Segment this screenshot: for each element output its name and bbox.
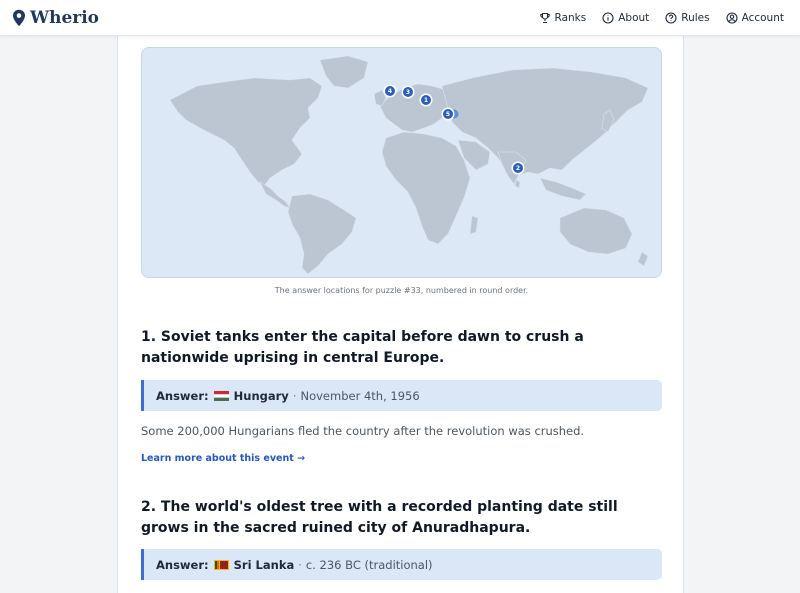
svg-text:2: 2: [516, 165, 520, 172]
nav-ranks[interactable]: Ranks: [539, 11, 587, 24]
hungary-flag-icon: [213, 390, 229, 401]
brand-name: Wherio: [30, 7, 100, 28]
land-north-america: [169, 77, 323, 187]
land-greenland: [319, 55, 369, 89]
answer-2-label: Answer:: [156, 557, 209, 572]
svg-text:5: 5: [446, 111, 450, 118]
sri-lanka-flag-icon: [213, 559, 229, 570]
help-icon: [665, 11, 677, 24]
question-1-title: 1. Soviet tanks enter the capital before…: [141, 329, 584, 366]
answer-2-separator: ·: [298, 557, 302, 572]
map-pin-icon: [13, 9, 25, 26]
answer-1-date: November 4th, 1956: [300, 388, 420, 403]
answer-map[interactable]: 4 3 1 5 2: [141, 47, 662, 278]
land-sri-lanka: [514, 179, 521, 189]
answer-1-country: Hungary: [233, 388, 289, 403]
map-caption: The answer locations for puzzle #33, num…: [274, 286, 529, 295]
world-map: 4 3 1 5 2: [169, 55, 649, 275]
answer-2-date: c. 236 BC (traditional): [305, 557, 433, 572]
question-2-title: 2. The world's oldest tree with a record…: [141, 499, 618, 536]
svg-text:1: 1: [424, 97, 428, 104]
user-circle-icon: [726, 11, 738, 24]
nav-about[interactable]: About: [602, 12, 649, 24]
nav-account[interactable]: Account: [726, 12, 784, 24]
map-marker-3[interactable]: 3: [401, 85, 415, 99]
top-navbar: Wherio Ranks About Rules Account: [0, 0, 800, 36]
svg-text:4: 4: [388, 88, 392, 95]
answer-2-country: Sri Lanka: [233, 557, 295, 572]
answer-1-separator: ·: [292, 388, 297, 403]
map-marker-2[interactable]: 2: [511, 161, 525, 175]
brand-logo-link[interactable]: Wherio: [12, 8, 99, 28]
answer-2-box: Answer: Sri Lanka · c. 236 BC (tradition…: [141, 549, 662, 580]
answer-1-label: Answer:: [156, 388, 209, 403]
land-madagascar: [469, 215, 479, 235]
question-1-learn-more-link[interactable]: Learn more about this event →: [141, 453, 305, 464]
svg-text:3: 3: [406, 89, 410, 96]
nav-rules-label: Rules: [681, 11, 710, 24]
nav-account-label: Account: [741, 11, 784, 24]
land-australia: [559, 207, 633, 255]
land-south-america: [287, 193, 357, 275]
land-new-zealand: [637, 251, 649, 267]
info-icon: [602, 11, 614, 24]
nav-about-label: About: [618, 11, 650, 24]
map-marker-1[interactable]: 1: [419, 93, 433, 107]
nav-links: Ranks About Rules Account: [539, 11, 784, 24]
land-southeast-asia: [539, 177, 587, 201]
map-marker-4[interactable]: 4: [383, 84, 397, 98]
nav-ranks-label: Ranks: [554, 11, 587, 24]
answer-1-box: Answer: Hungary · November 4th, 1956: [141, 380, 662, 411]
nav-rules[interactable]: Rules: [665, 11, 710, 24]
main-content: 4 3 1 5 2 The answer locations for puzzl…: [117, 36, 684, 593]
trophy-icon: [539, 12, 550, 23]
land-africa: [381, 131, 471, 245]
question-1-fact: Some 200,000 Hungarians fled the country…: [141, 424, 585, 438]
land-central-america: [259, 181, 291, 209]
